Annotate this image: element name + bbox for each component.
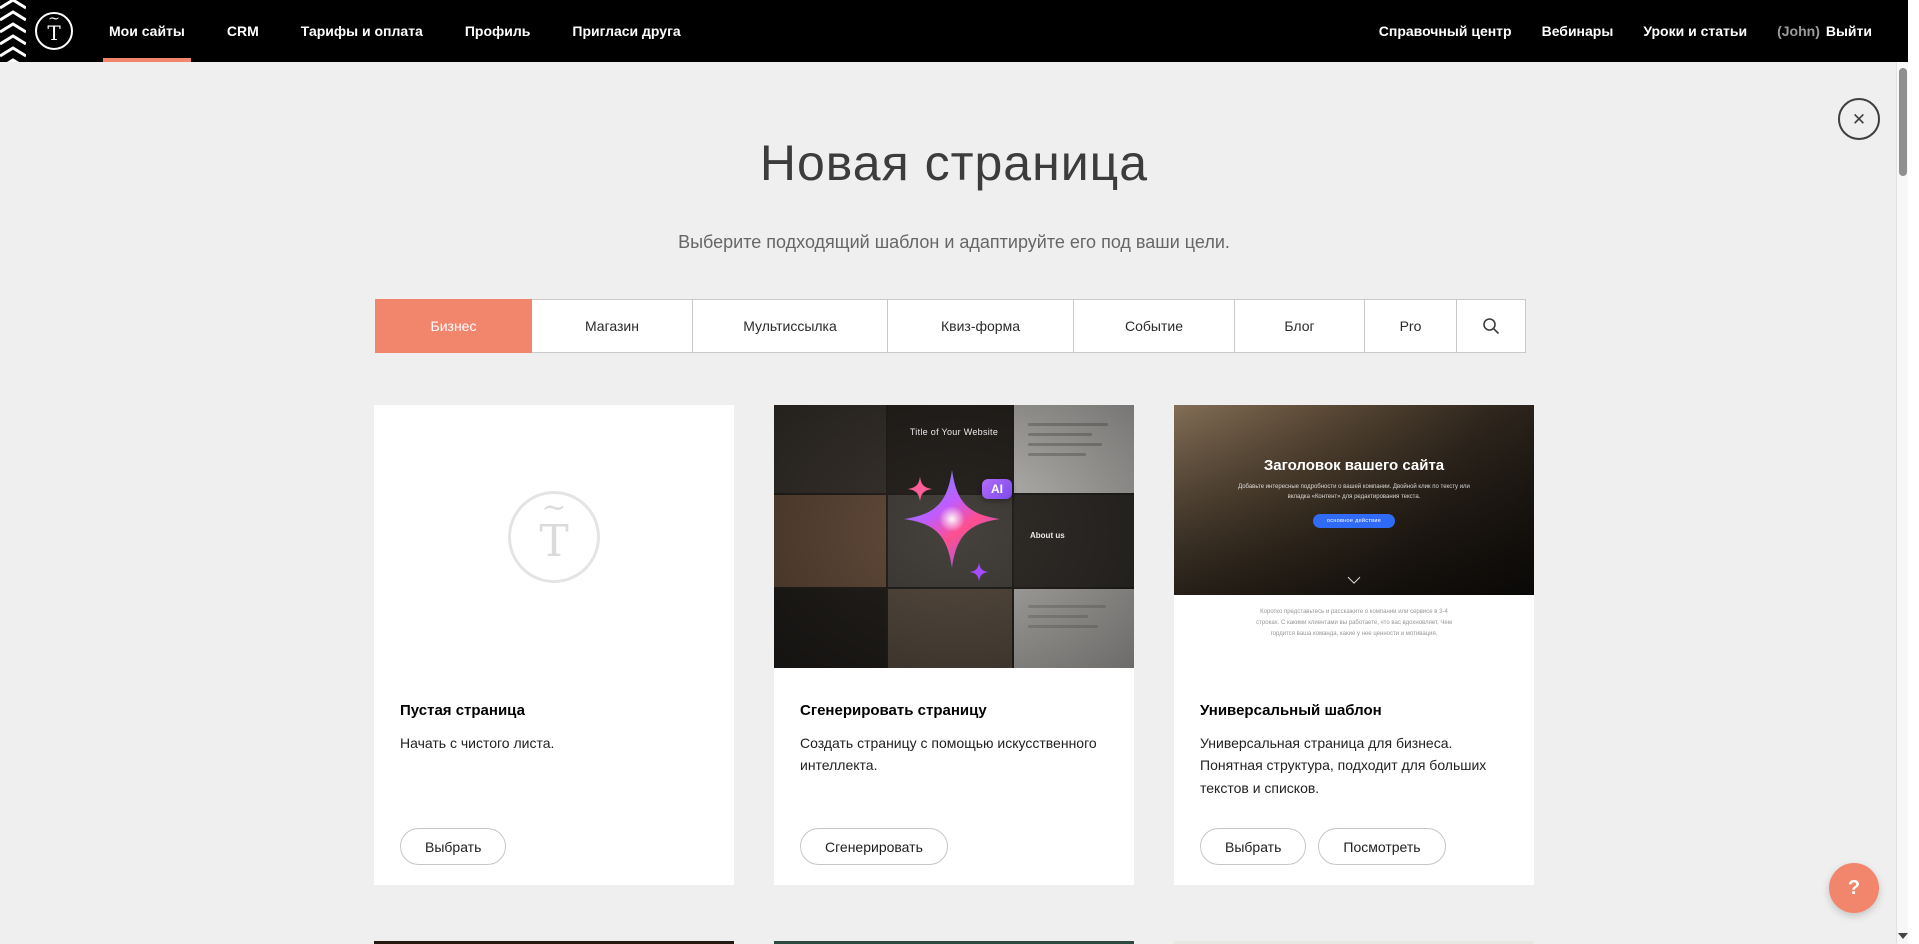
tab-event[interactable]: Событие: [1073, 299, 1235, 353]
template-hero-subtext: Добавьте интересные подробности о вашей …: [1236, 482, 1472, 502]
card-description: Создать страницу с помощью искусственног…: [800, 732, 1108, 777]
tilda-logo-letter: T: [511, 516, 597, 568]
tilda-logo[interactable]: ~ T: [35, 12, 73, 50]
nav-item-label: CRM: [227, 23, 259, 39]
close-icon: ✕: [1852, 111, 1866, 128]
preview-button[interactable]: Посмотреть: [1318, 828, 1445, 865]
nav-item-label: Тарифы и оплата: [301, 23, 423, 39]
scrollbar-down-arrow[interactable]: [1898, 933, 1908, 939]
card-actions: Сгенерировать: [800, 828, 948, 865]
tab-label: Бизнес: [431, 318, 477, 334]
tab-pro[interactable]: Pro: [1364, 299, 1457, 353]
template-card-ai-generate: Title of Your Website About us: [774, 405, 1134, 885]
template-cards-grid: ~ T Пустая страница Начать с чистого лис…: [374, 405, 1534, 885]
scrollbar: [1896, 62, 1908, 944]
nav-item-my-sites[interactable]: Мои сайты: [109, 0, 185, 62]
nav-item-label: Мои сайты: [109, 23, 185, 39]
nav-item-label: Справочный центр: [1379, 23, 1512, 39]
card-title: Сгенерировать страницу: [800, 702, 1108, 719]
nav-item-profile[interactable]: Профиль: [465, 0, 531, 62]
tab-label: Мультиссылка: [743, 318, 837, 334]
page-subtitle: Выберите подходящий шаблон и адаптируйте…: [0, 232, 1908, 253]
card-body: Пустая страница Начать с чистого листа.: [374, 668, 734, 754]
tab-label: Блог: [1284, 318, 1314, 334]
nav-item-invite-friend[interactable]: Пригласи друга: [572, 0, 680, 62]
ai-template-preview[interactable]: Title of Your Website About us: [774, 405, 1134, 668]
template-text-section: Коротко представьтесь и расскажите о ком…: [1174, 607, 1534, 668]
ai-badge: AI: [982, 479, 1012, 499]
template-hero-cta-button: основное действие: [1313, 514, 1395, 528]
nav-item-label: Уроки и статьи: [1643, 23, 1747, 39]
nav-item-crm[interactable]: CRM: [227, 0, 259, 62]
question-mark-icon: ?: [1848, 877, 1860, 900]
generate-button[interactable]: Сгенерировать: [800, 828, 948, 865]
tab-store[interactable]: Магазин: [531, 299, 693, 353]
user-name: (John): [1777, 23, 1820, 39]
tab-label: Магазин: [585, 318, 639, 334]
template-hero-section: Заголовок вашего сайта Добавьте интересн…: [1174, 405, 1534, 595]
template-hero-heading: Заголовок вашего сайта: [1174, 405, 1534, 474]
card-title: Универсальный шаблон: [1200, 702, 1508, 719]
card-description: Универсальная страница для бизнеса. Поня…: [1200, 732, 1508, 799]
tilda-watermark-logo: ~ T: [508, 491, 600, 583]
card-actions: Выбрать: [400, 828, 506, 865]
tab-quiz-form[interactable]: Квиз-форма: [887, 299, 1074, 353]
collage-site-title: Title of Your Website: [774, 427, 1134, 437]
nav-item-label: Вебинары: [1542, 23, 1614, 39]
template-category-tabs: Бизнес Магазин Мультиссылка Квиз-форма С…: [375, 299, 1533, 353]
template-body-text: Коротко представьтесь и расскажите о ком…: [1248, 607, 1460, 639]
template-card-blank: ~ T Пустая страница Начать с чистого лис…: [374, 405, 734, 885]
tab-label: Pro: [1400, 318, 1422, 334]
nav-item-label: Пригласи друга: [572, 23, 680, 39]
top-navigation-bar: ~ T Мои сайты CRM Тарифы и оплата Профил…: [0, 0, 1908, 62]
nav-item-label: Профиль: [465, 23, 531, 39]
card-actions: Выбрать Посмотреть: [1200, 828, 1446, 865]
tab-business[interactable]: Бизнес: [375, 299, 532, 353]
tab-blog[interactable]: Блог: [1234, 299, 1365, 353]
universal-template-preview[interactable]: Заголовок вашего сайта Добавьте интересн…: [1174, 405, 1534, 668]
card-description: Начать с чистого листа.: [400, 732, 708, 754]
tab-multilink[interactable]: Мультиссылка: [692, 299, 888, 353]
tilda-zigzag-pattern: [0, 0, 26, 62]
template-card-universal: Заголовок вашего сайта Добавьте интересн…: [1174, 405, 1534, 885]
scrollbar-thumb[interactable]: [1899, 68, 1907, 176]
nav-item-help-center[interactable]: Справочный центр: [1379, 23, 1512, 39]
collage-about-label: About us: [1030, 531, 1065, 540]
nav-item-tariffs[interactable]: Тарифы и оплата: [301, 0, 423, 62]
nav-item-lessons[interactable]: Уроки и статьи: [1643, 23, 1747, 39]
help-button[interactable]: ?: [1829, 863, 1879, 913]
logout-button[interactable]: (John) Выйти: [1777, 23, 1872, 39]
card-body: Универсальный шаблон Универсальная стран…: [1174, 668, 1534, 799]
tab-search[interactable]: [1456, 299, 1526, 353]
app-window: ~ T Мои сайты CRM Тарифы и оплата Профил…: [0, 0, 1919, 944]
card-body: Сгенерировать страницу Создать страницу …: [774, 668, 1134, 777]
main-nav: Мои сайты CRM Тарифы и оплата Профиль Пр…: [109, 0, 723, 62]
tilda-logo-letter: T: [37, 22, 71, 44]
nav-item-webinars[interactable]: Вебинары: [1542, 23, 1614, 39]
page-title: Новая страница: [0, 134, 1908, 192]
select-button[interactable]: Выбрать: [400, 828, 506, 865]
blank-template-preview[interactable]: ~ T: [374, 405, 734, 668]
logout-label: Выйти: [1826, 23, 1872, 39]
card-title: Пустая страница: [400, 702, 708, 719]
chevron-down-icon: [1348, 571, 1361, 584]
tab-label: Квиз-форма: [941, 318, 1020, 334]
tab-label: Событие: [1125, 318, 1183, 334]
secondary-nav: Справочный центр Вебинары Уроки и статьи…: [1349, 23, 1872, 39]
new-page-modal: ✕ Новая страница Выберите подходящий шаб…: [0, 62, 1908, 944]
search-icon: [1482, 317, 1500, 335]
select-button[interactable]: Выбрать: [1200, 828, 1306, 865]
close-button[interactable]: ✕: [1838, 98, 1880, 140]
